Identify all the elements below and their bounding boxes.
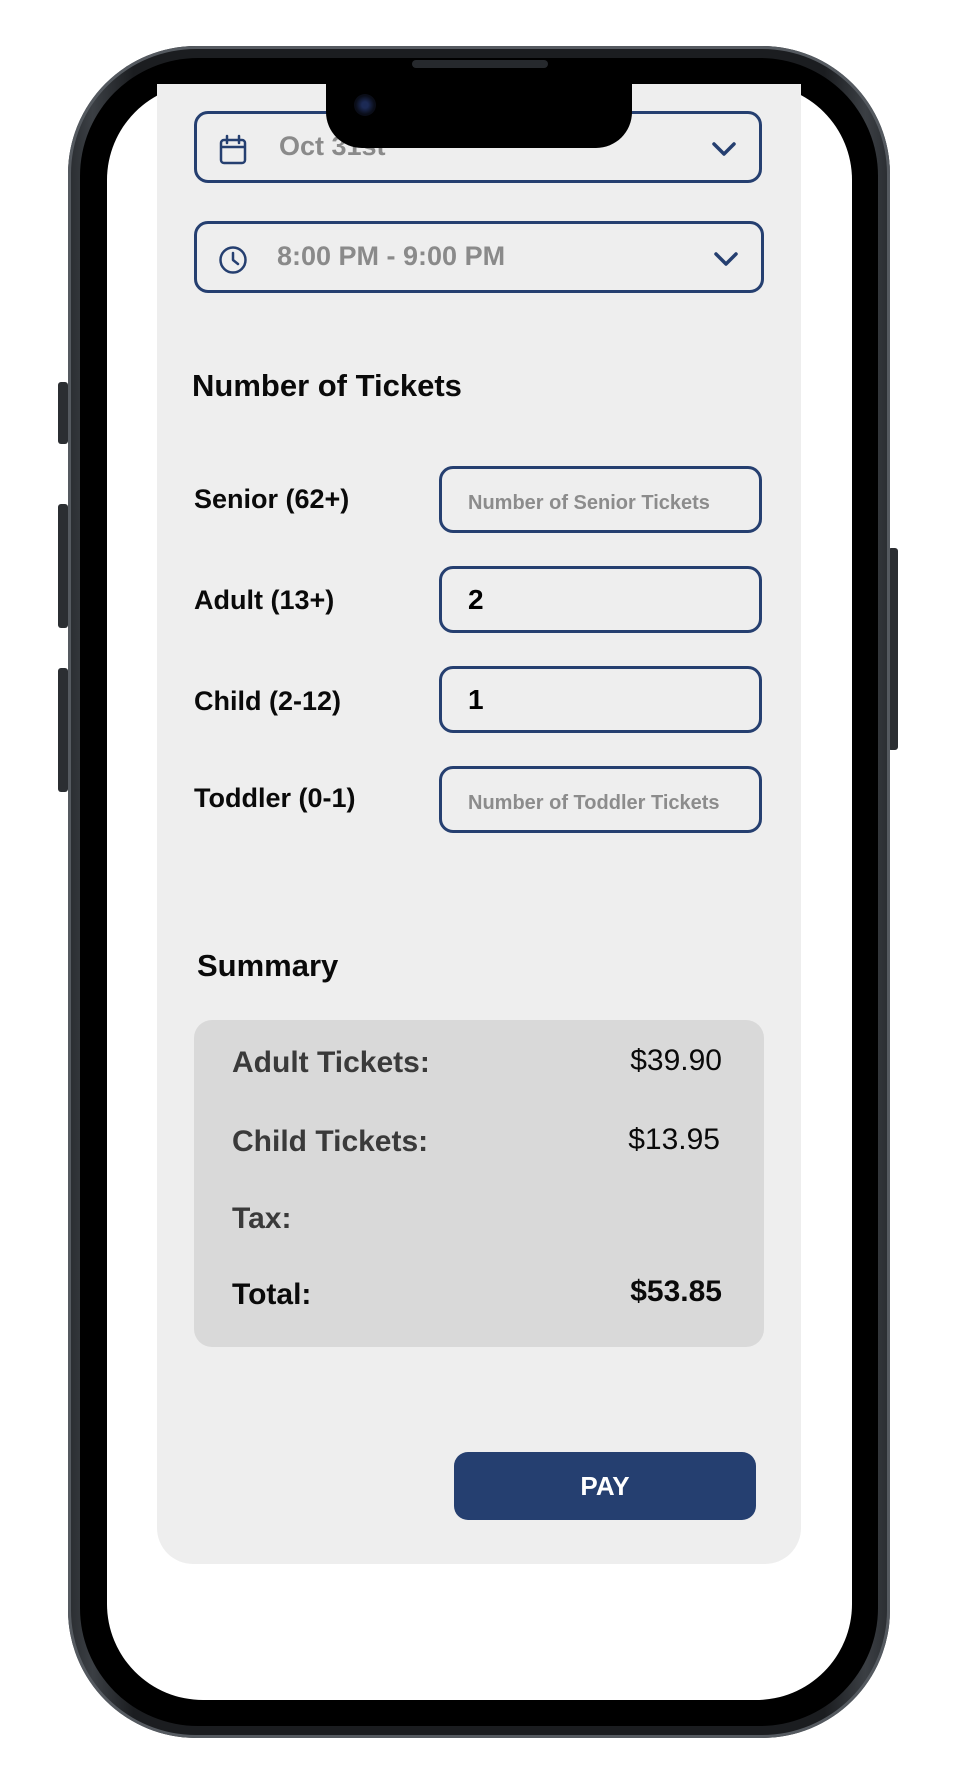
total-value: $53.85 xyxy=(630,1275,722,1308)
adult-tickets-total: $39.90 xyxy=(630,1044,722,1077)
volume-down-button xyxy=(58,668,68,792)
child-tickets-total: $13.95 xyxy=(628,1123,720,1156)
toddler-tickets-input[interactable] xyxy=(439,766,762,833)
child-tickets-input[interactable] xyxy=(439,666,762,733)
tickets-section-title: Number of Tickets xyxy=(192,368,462,403)
tax-label: Tax: xyxy=(232,1202,292,1235)
total-label: Total: xyxy=(232,1278,312,1311)
adult-tickets-label: Adult Tickets: xyxy=(232,1046,430,1079)
adult-label: Adult (13+) xyxy=(194,585,335,615)
clock-icon xyxy=(219,246,247,274)
chevron-down-icon xyxy=(712,142,736,156)
adult-tickets-input[interactable] xyxy=(439,566,762,633)
child-label: Child (2-12) xyxy=(194,686,342,716)
time-value: 8:00 PM - 9:00 PM xyxy=(277,241,506,271)
child-tickets-label: Child Tickets: xyxy=(232,1125,429,1158)
senior-label: Senior (62+) xyxy=(194,484,350,514)
calendar-icon xyxy=(219,134,247,165)
notch xyxy=(326,84,632,148)
summary-section-title: Summary xyxy=(197,948,339,983)
toddler-label: Toddler (0-1) xyxy=(194,783,356,813)
chevron-down-icon xyxy=(714,252,738,266)
volume-up-button xyxy=(58,504,68,628)
senior-tickets-input[interactable] xyxy=(439,466,762,533)
front-camera xyxy=(354,94,376,116)
pay-button[interactable]: PAY xyxy=(454,1452,756,1520)
speaker-grille xyxy=(412,60,548,68)
phone-mockup: Oct 31st 8:00 PM - 9:00 PM Number of Tic… xyxy=(0,0,960,1782)
summary-panel: Adult Tickets: $39.90 Child Tickets: $13… xyxy=(194,1020,764,1347)
time-dropdown[interactable]: 8:00 PM - 9:00 PM xyxy=(194,221,764,293)
mute-switch xyxy=(58,382,68,444)
